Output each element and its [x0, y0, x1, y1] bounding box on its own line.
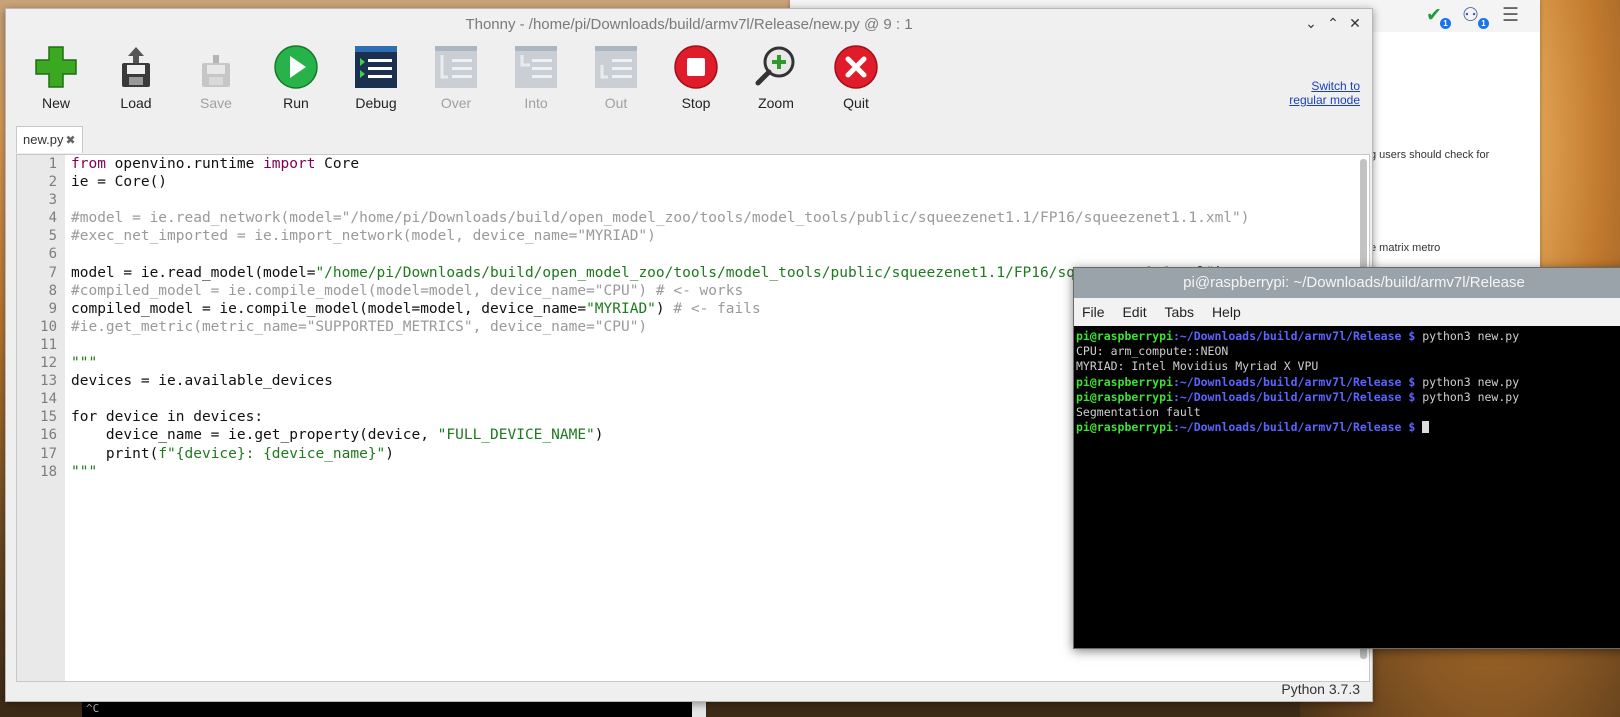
step-over-button[interactable]: Over	[418, 43, 494, 123]
line-number: 11	[40, 336, 57, 353]
step-over-icon	[435, 46, 477, 88]
quit-button[interactable]: Quit	[818, 43, 894, 123]
prompt-user: pi@raspberrypi	[1076, 389, 1173, 404]
prompt-user: pi@raspberrypi	[1076, 374, 1173, 389]
save-button[interactable]: Save	[178, 43, 254, 123]
step-out-button[interactable]: Out	[578, 43, 654, 123]
minimize-button[interactable]: ⌄	[1302, 15, 1320, 32]
code-line[interactable]: #model = ie.read_network(model="/home/pi…	[71, 209, 1357, 227]
line-number-gutter: 1 2 3 4 5 6 7 8 9 10 11 12 13 14 15 16 17 18	[17, 155, 65, 681]
line-number: 8	[48, 282, 57, 299]
command-text: python3 new.py	[1422, 374, 1520, 389]
page-text-snippet: g users should check for	[1370, 149, 1490, 161]
tab-new-py[interactable]: new.py ✖	[16, 126, 83, 153]
toolbar: New Load Save Run Debug Over Into Out St…	[6, 43, 1372, 123]
terminal-line: pi@raspberrypi:~/Downloads/build/armv7l/…	[1076, 375, 1620, 390]
quit-icon	[834, 45, 878, 89]
terminal-cursor	[1422, 421, 1430, 434]
code-line[interactable]	[71, 191, 1357, 209]
tab-label: new.py	[23, 132, 64, 147]
run-icon	[274, 45, 318, 89]
save-icon	[202, 55, 230, 87]
terminal-line: CPU: arm_compute::NEON	[1076, 344, 1229, 359]
step-out-icon	[595, 46, 637, 88]
line-number: 18	[40, 463, 57, 480]
maximize-button[interactable]: ⌃	[1324, 15, 1342, 32]
prompt-path: :~/Downloads/build/armv7l/Release $	[1172, 389, 1423, 404]
debug-icon	[355, 46, 397, 88]
line-number: 2	[48, 174, 57, 191]
user-icon[interactable]: ⚇	[1462, 6, 1479, 26]
step-into-button[interactable]: Into	[498, 43, 574, 123]
titlebar: Thonny - /home/pi/Downloads/build/armv7l…	[6, 9, 1372, 39]
line-number: 15	[40, 409, 57, 426]
menu-file[interactable]: File	[1082, 304, 1105, 320]
line-number: 6	[48, 246, 57, 263]
close-tab-icon[interactable]: ✖	[65, 133, 75, 147]
page-text-snippet: e matrix metro	[1370, 242, 1441, 254]
terminal-line: pi@raspberrypi:~/Downloads/build/armv7l/…	[1076, 329, 1620, 344]
background-terminal-text: ^C	[86, 702, 100, 715]
line-number: 1	[48, 156, 57, 172]
close-button[interactable]: ✕	[1346, 15, 1364, 32]
line-number: 16	[40, 427, 57, 444]
line-number: 14	[40, 391, 57, 408]
menu-icon[interactable]: ☰	[1502, 6, 1519, 26]
menu-tabs[interactable]: Tabs	[1164, 304, 1194, 320]
run-button[interactable]: Run	[258, 43, 334, 123]
code-line[interactable]: from openvino.runtime import Core	[71, 155, 1357, 173]
prompt-path: :~/Downloads/build/armv7l/Release $	[1172, 420, 1423, 435]
load-button[interactable]: Load	[98, 43, 174, 123]
line-number: 7	[48, 264, 57, 281]
prompt-user: pi@raspberrypi	[1076, 329, 1173, 343]
line-number: 13	[40, 373, 57, 390]
prompt-path: :~/Downloads/build/armv7l/Release $	[1172, 329, 1423, 343]
terminal-menubar: File Edit Tabs Help	[1074, 298, 1620, 326]
menu-edit[interactable]: Edit	[1122, 304, 1146, 320]
zoom-icon	[755, 46, 795, 86]
line-number: 9	[48, 300, 57, 317]
notification-badge: 1	[1440, 18, 1451, 29]
line-number: 10	[40, 318, 57, 335]
terminal-output[interactable]: pi@raspberrypi:~/Downloads/build/armv7l/…	[1074, 326, 1620, 438]
code-line[interactable]: #exec_net_imported = ie.import_network(m…	[71, 227, 1357, 245]
line-number: 3	[48, 192, 57, 209]
new-file-icon	[35, 46, 77, 88]
load-icon	[122, 47, 150, 87]
terminal-line: MYRIAD: Intel Movidius Myriad X VPU	[1076, 359, 1319, 374]
step-into-icon	[515, 46, 557, 88]
line-number: 17	[40, 445, 57, 462]
command-text: python3 new.py	[1422, 389, 1520, 404]
code-line[interactable]: ie = Core()	[71, 173, 1357, 191]
new-button[interactable]: New	[18, 43, 94, 123]
stop-button[interactable]: Stop	[658, 43, 734, 123]
window-title: Thonny - /home/pi/Downloads/build/armv7l…	[465, 16, 913, 33]
debug-button[interactable]: Debug	[338, 43, 414, 123]
line-number: 4	[48, 210, 57, 227]
prompt-user: pi@raspberrypi	[1076, 420, 1173, 435]
python-version-status: Python 3.7.3	[1281, 681, 1360, 697]
user-badge: 1	[1478, 18, 1489, 29]
line-number: 12	[40, 355, 57, 372]
line-number: 5	[48, 228, 57, 245]
menu-help[interactable]: Help	[1212, 304, 1241, 320]
command-text: python3 new.py	[1422, 329, 1520, 343]
prompt-path: :~/Downloads/build/armv7l/Release $	[1172, 374, 1423, 389]
terminal-line: pi@raspberrypi:~/Downloads/build/armv7l/…	[1076, 420, 1620, 435]
terminal-line: Segmentation fault	[1076, 405, 1201, 420]
terminal-window: pi@raspberrypi: ~/Downloads/build/armv7l…	[1073, 267, 1620, 649]
terminal-title: pi@raspberrypi: ~/Downloads/build/armv7l…	[1074, 268, 1620, 298]
zoom-button[interactable]: Zoom	[738, 43, 814, 123]
terminal-line: pi@raspberrypi:~/Downloads/build/armv7l/…	[1076, 390, 1620, 405]
switch-mode-link[interactable]: Switch to regular mode	[1288, 79, 1360, 107]
stop-icon	[674, 45, 718, 89]
code-line[interactable]	[71, 245, 1357, 263]
